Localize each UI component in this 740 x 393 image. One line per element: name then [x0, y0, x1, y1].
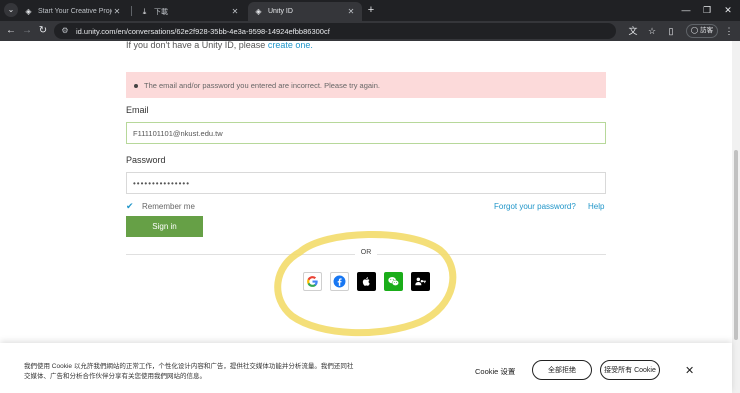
error-alert: The email and/or password you entered ar… [126, 72, 606, 98]
apple-icon [362, 277, 370, 286]
close-icon[interactable]: ✕ [230, 7, 240, 16]
tab-download[interactable]: ⤓ 下載 ✕ [134, 2, 246, 21]
reload-icon[interactable]: ↻ [36, 24, 50, 38]
apple-login-button[interactable] [357, 272, 376, 291]
sso-user-key-icon [415, 277, 426, 286]
browser-toolbar: ← → ↻ ⚙ id.unity.com/en/conversations/62… [0, 21, 740, 41]
create-account-link[interactable]: create one. [268, 40, 313, 50]
browser-tab-bar: ⌄ ◈ Start Your Creative Projects a ✕ ⤓ 下… [0, 0, 740, 21]
facebook-login-button[interactable] [330, 272, 349, 291]
tab-separator [131, 6, 132, 16]
sign-in-button[interactable]: Sign in [126, 216, 203, 237]
window-close-icon[interactable]: ✕ [720, 3, 736, 17]
translate-icon[interactable]: 文 [626, 24, 640, 38]
cookie-banner: 我們使用 Cookie 以允許我們網站的正常工作，个性化设计内容和广告，提供社交… [0, 343, 732, 393]
remember-me-checkbox[interactable]: ✔ Remember me [126, 201, 195, 212]
side-panel-icon[interactable]: ▯ [664, 24, 678, 38]
unity-icon: ◈ [255, 7, 262, 16]
error-message: The email and/or password you entered ar… [144, 80, 380, 90]
forward-icon[interactable]: → [20, 24, 34, 38]
address-bar[interactable]: ⚙ id.unity.com/en/conversations/62e2f928… [54, 23, 616, 39]
download-icon: ⤓ [142, 6, 147, 16]
email-field[interactable] [126, 122, 606, 144]
wechat-login-button[interactable] [384, 272, 403, 291]
close-icon[interactable]: ✕ [346, 7, 356, 16]
password-label: Password [126, 155, 166, 165]
cookie-close-icon[interactable]: ✕ [685, 364, 694, 377]
back-icon[interactable]: ← [4, 24, 18, 38]
error-bullet-icon [134, 84, 138, 88]
cookie-notice-text: 我們使用 Cookie 以允許我們網站的正常工作，个性化设计内容和广告，提供社交… [24, 363, 354, 380]
tab-search-icon[interactable]: ⌄ [4, 3, 18, 17]
remember-me-label: Remember me [142, 202, 195, 211]
tab-start-creative-projects[interactable]: ◈ Start Your Creative Projects a ✕ [18, 2, 128, 21]
google-icon [307, 276, 318, 287]
accept-all-cookies-button[interactable]: 接受所有 Cookie [600, 360, 660, 380]
password-field[interactable] [126, 172, 606, 194]
tab-unity-id[interactable]: ◈ Unity ID ✕ [248, 2, 362, 21]
new-tab-icon[interactable]: + [365, 3, 377, 17]
menu-more-icon[interactable]: ⋮ [722, 24, 736, 38]
url-text[interactable]: id.unity.com/en/conversations/62e2f928-3… [76, 27, 330, 36]
email-label: Email [126, 105, 149, 115]
checkmark-icon[interactable]: ✔ [126, 201, 136, 212]
facebook-icon [333, 275, 346, 288]
site-info-icon[interactable]: ⚙ [60, 26, 70, 36]
help-link[interactable]: Help [588, 202, 604, 211]
google-login-button[interactable] [303, 272, 322, 291]
signup-prompt: If you don't have a Unity ID, please cre… [126, 40, 313, 50]
close-icon[interactable]: ✕ [112, 7, 122, 16]
maximize-icon[interactable]: ❐ [699, 3, 715, 17]
sso-login-button[interactable] [411, 272, 430, 291]
bookmark-star-icon[interactable]: ☆ [645, 24, 659, 38]
guest-profile-icon: ◯ [690, 27, 699, 34]
unity-icon: ◈ [25, 7, 32, 16]
profile-button[interactable]: ◯ 訪客 [686, 24, 718, 38]
minimize-icon[interactable]: — [678, 3, 694, 17]
cookie-settings-link[interactable]: Cookie 设置 [475, 366, 515, 377]
wechat-icon [388, 277, 399, 286]
forgot-password-link[interactable]: Forgot your password? [494, 202, 576, 211]
reject-all-cookies-button[interactable]: 全部拒绝 [532, 360, 592, 380]
scrollbar-thumb[interactable] [734, 150, 738, 340]
